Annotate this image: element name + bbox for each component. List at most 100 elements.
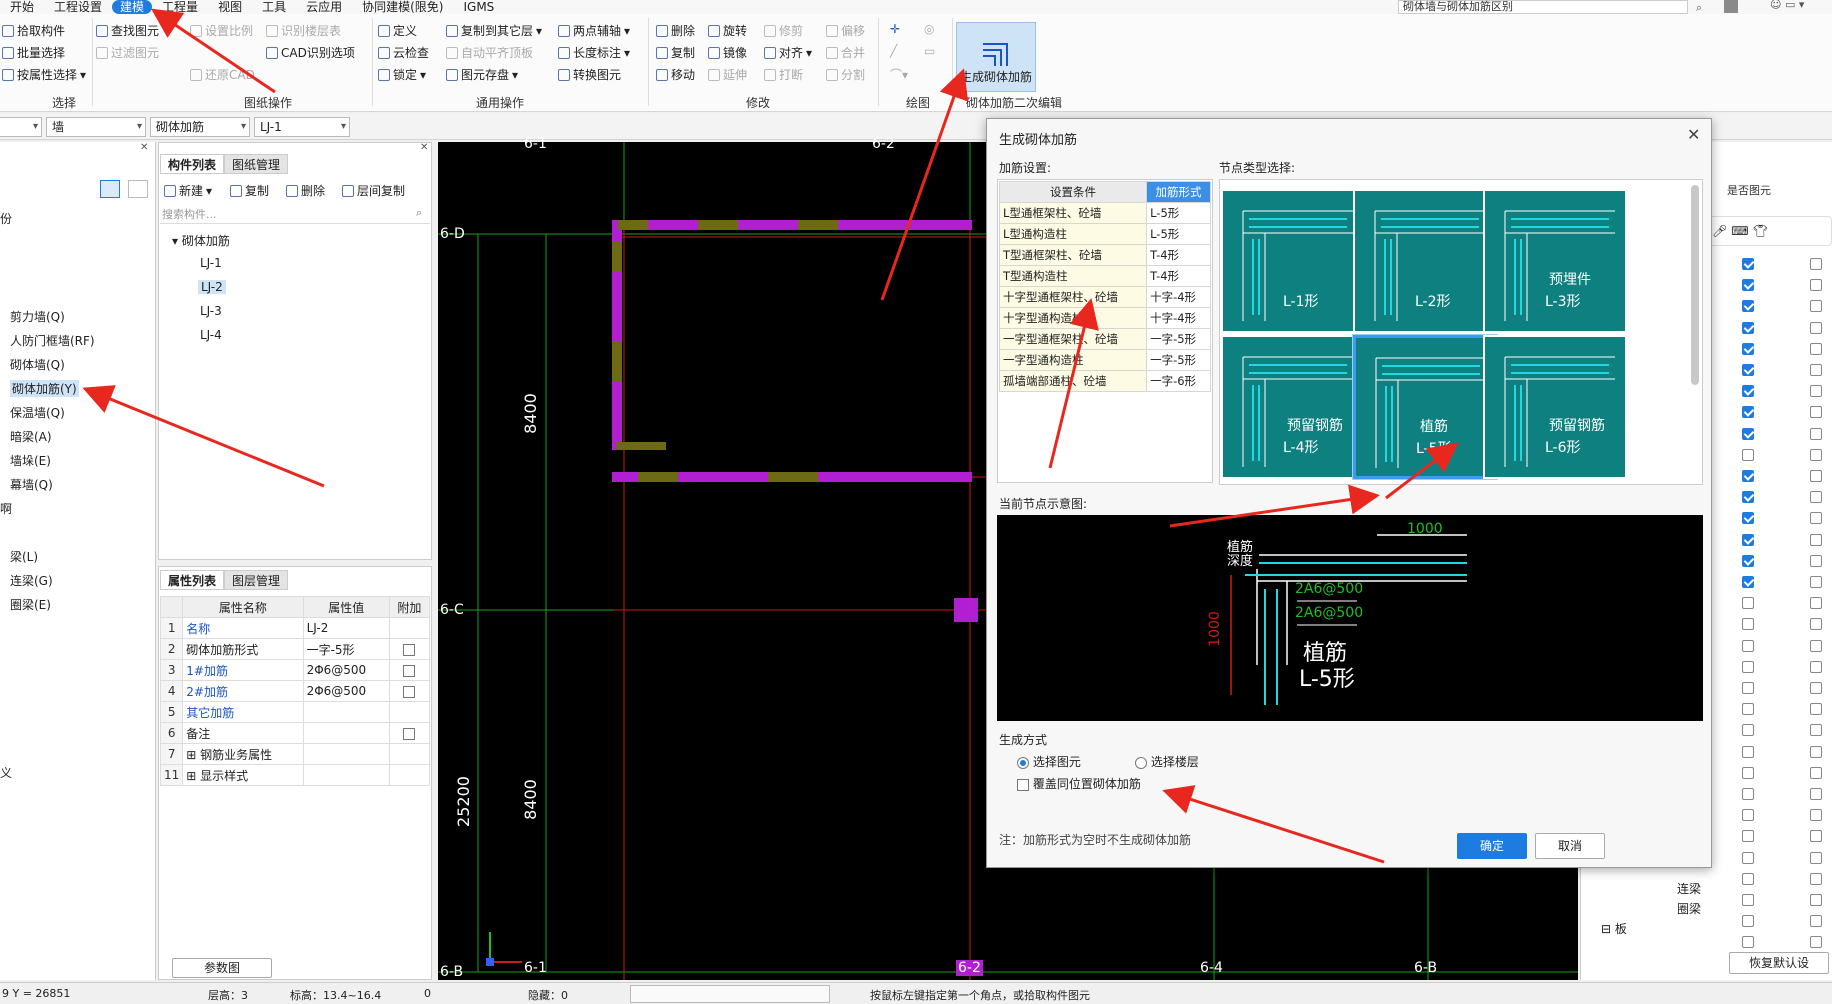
visibility-checkbox[interactable] [1742,830,1754,843]
table-row[interactable]: 一字型通构造柱 一字-5形 [998,349,1211,371]
copy-component-button[interactable]: 复制 [230,182,269,199]
table-row[interactable]: 2 砌体加筋形式 一字-5形 [159,638,431,660]
window-controls[interactable]: ☺ ▭ ▾ [1770,0,1804,11]
visibility-checkbox[interactable] [1742,576,1754,588]
nav-curtain-wall[interactable]: 幕墙(Q) [10,476,53,493]
table-row[interactable]: 5 其它加筋 [159,701,431,723]
radio-select-floor[interactable]: 选择楼层 [1135,753,1199,770]
tree-root-masonry-rebar[interactable]: ▾ 砌体加筋 [172,232,230,249]
tab-property-list[interactable]: 属性列表 [160,570,225,590]
draw-rect-icon[interactable]: ▭ [924,44,935,58]
visibility-checkbox[interactable] [1742,342,1754,355]
visibility-checkbox[interactable] [1810,830,1822,843]
split-button[interactable]: 分割 [826,66,865,83]
menu-collab[interactable]: 协同建模(限免) [352,0,453,14]
table-row[interactable]: L型通构造柱 L-5形 [998,223,1211,245]
align-button[interactable]: 对齐 ▾ [764,44,812,61]
visibility-checkbox[interactable] [1742,936,1754,949]
visibility-checkbox[interactable] [1810,639,1822,652]
nav-insulation-wall[interactable]: 保温墙(Q) [10,404,65,421]
table-row[interactable]: 孤墙端部通柱、砼墙 一字-6形 [998,370,1211,392]
draw-circle-icon[interactable]: ◎ [924,22,934,36]
radio-button[interactable] [1135,756,1147,769]
cloud-check-button[interactable]: 云检查 [378,44,429,61]
visibility-checkbox[interactable] [1810,597,1822,610]
tree-item[interactable]: LJ-4 [200,328,222,342]
visibility-checkbox[interactable] [1742,660,1754,673]
visibility-checkbox[interactable] [1810,470,1822,482]
nav-civil-defense-frame[interactable]: 人防门框墙(RF) [10,332,95,349]
node-card[interactable]: L-1形 [1221,189,1365,333]
extend-button[interactable]: 延伸 [708,66,747,83]
gallery-scrollbar[interactable] [1691,185,1699,385]
nav-ring-beam[interactable]: 圈梁(E) [10,596,51,613]
skin-icon[interactable]: 👕︎ [1753,224,1768,238]
visibility-checkbox[interactable] [1810,427,1822,440]
table-row[interactable]: 3 1#加筋 2Φ6@500 [159,659,431,681]
visibility-checkbox[interactable] [1810,406,1822,419]
table-row[interactable]: 4 2#加筋 2Φ6@500 [159,680,431,702]
nav-coupling-beam[interactable]: 连梁(G) [10,572,53,589]
component-search-input[interactable]: 搜索构件... [160,206,430,224]
checkbox[interactable] [403,664,416,677]
visibility-checkbox[interactable] [1742,597,1754,610]
radio-select-element[interactable]: 选择图元 [1017,753,1081,770]
rotate-button[interactable]: 旋转 [708,22,747,39]
merge-button[interactable]: 合并 [826,44,865,61]
visibility-checkbox[interactable] [1810,448,1822,461]
draw-arc-icon[interactable]: ⌒▾ [890,66,908,83]
visibility-checkbox[interactable] [1742,258,1754,270]
save-element-button[interactable]: 图元存盘 ▾ [446,66,518,83]
type-select[interactable]: 砌体加筋 [150,117,250,137]
visibility-checkbox[interactable] [1742,470,1754,482]
search-icon[interactable]: ⌕ [416,206,422,220]
expand-icon[interactable]: ⊞ [186,748,200,762]
visibility-checkbox[interactable] [1742,851,1754,864]
checkbox[interactable] [403,643,416,656]
menu-modeling[interactable]: 建模 [112,0,153,14]
visibility-checkbox[interactable] [1810,851,1822,864]
close-icon[interactable]: ✕ [1687,125,1700,144]
visibility-checkbox[interactable] [1810,660,1822,673]
visibility-checkbox[interactable] [1742,512,1754,525]
node-card[interactable]: 预留钢筋 L-4形 [1221,335,1365,479]
delete-component-button[interactable]: 删除 [286,182,325,199]
menu-cloud[interactable]: 云应用 [296,0,352,14]
tree-item[interactable]: LJ-3 [200,304,222,318]
visibility-checkbox[interactable] [1742,915,1754,928]
menu-project-settings[interactable]: 工程设置 [44,0,112,14]
visibility-checkbox[interactable] [1810,300,1822,313]
node-card[interactable]: 预留钢筋 L-6形 [1483,335,1627,479]
copy-to-floor-button[interactable]: 复制到其它层 ▾ [446,22,542,39]
visibility-checkbox[interactable] [1742,448,1754,461]
delete-button[interactable]: 删除 [656,22,695,39]
search-icon[interactable]: ⌕ [1696,1,1702,15]
visibility-checkbox[interactable] [1742,279,1754,292]
radio-button[interactable] [1017,756,1029,769]
visibility-checkbox[interactable] [1810,618,1822,631]
visibility-checkbox[interactable] [1742,491,1754,504]
visibility-checkbox[interactable] [1742,364,1754,376]
new-button[interactable]: 新建 ▾ [164,182,212,199]
lock-button[interactable]: 锁定 ▾ [378,66,426,83]
convert-element-button[interactable]: 转换图元 [558,66,621,83]
menu-start[interactable]: 开始 [0,0,44,14]
draw-point-icon[interactable]: ✛ [890,22,900,36]
visibility-checkbox[interactable] [1810,936,1822,949]
floor-copy-button[interactable]: 层间复制 [342,182,405,199]
auto-align-top-button[interactable]: 自动平齐顶板 [446,44,533,61]
close-icon[interactable]: ✕ [420,142,428,153]
visibility-checkbox[interactable] [1810,576,1822,588]
table-row[interactable]: 11 ⊞ 显示样式 [159,764,431,786]
define-button[interactable]: 定义 [378,22,417,39]
nav-shear-wall[interactable]: 剪力墙(Q) [10,308,65,325]
move-button[interactable]: 移动 [656,66,695,83]
cancel-button[interactable]: 取消 [1535,833,1605,859]
help-search-input[interactable]: 砌体墙与砌体加筋区别 [1398,0,1688,14]
visibility-checkbox[interactable] [1742,554,1754,567]
set-scale-button[interactable]: 设置比例 [190,22,253,39]
param-diagram-button[interactable]: 参数图 [172,958,272,978]
visibility-checkbox[interactable] [1810,258,1822,270]
table-row[interactable]: 十字型通框架柱、砼墙 十字-4形 [998,286,1211,308]
nav-beam[interactable]: 梁(L) [10,548,38,565]
